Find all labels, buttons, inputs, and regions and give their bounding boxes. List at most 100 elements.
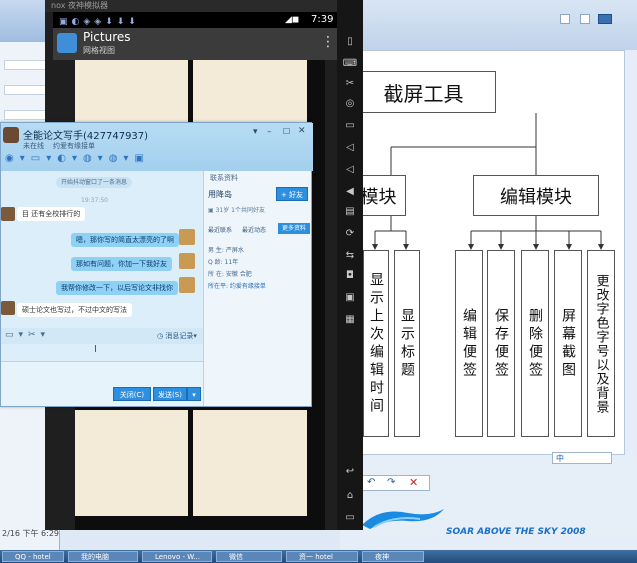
android-statusbar: ▣◐◈◈⬇⬇⬇ ◢◼ 7:39 xyxy=(53,12,340,28)
history-button[interactable]: ◷ 消息记录▾ xyxy=(157,331,197,341)
chat-status: 未在线 xyxy=(23,142,44,150)
minimize-button[interactable] xyxy=(560,14,570,24)
brand-logo xyxy=(360,505,446,531)
close-icon[interactable]: ✕ xyxy=(298,126,306,136)
chat-message: 那如有问题，你加一下我好友 xyxy=(71,257,172,271)
leaf-label: 删除便签 xyxy=(527,307,543,380)
send-options-icon[interactable]: ▾ xyxy=(187,387,201,401)
text-cursor-icon: Ⅰ xyxy=(94,344,97,355)
taskbar-item[interactable]: 夜神 xyxy=(362,551,424,562)
diagram-canvas: 截屏工具 模块 编辑模块 显示上次编辑时间 显示标题 编辑便签 保存便签 删除便… xyxy=(350,50,625,455)
ime-bar[interactable]: 中 xyxy=(552,452,612,464)
minimize-icon[interactable]: – xyxy=(267,127,272,137)
shake-icon[interactable]: ⇆ xyxy=(342,250,358,262)
chat-message: 我帮你修改一下，以后写论文非找你 xyxy=(56,281,178,295)
app-title: Pictures xyxy=(83,30,131,44)
close-button[interactable] xyxy=(598,14,612,24)
avatar[interactable] xyxy=(179,253,195,269)
maximize-icon[interactable]: ☐ xyxy=(283,127,290,136)
add-friend-button[interactable]: + 好友 xyxy=(276,187,308,201)
close-chat-button[interactable]: 关闭(C) xyxy=(113,387,151,401)
chat-toolbar-icons[interactable]: ◉▾▭▾◐▾◍▾◍▾▣ xyxy=(5,153,165,167)
multi-window-icon[interactable]: ▦ xyxy=(342,314,358,326)
leaf-show-title: 显示标题 xyxy=(394,250,420,437)
skin-icon[interactable]: ▾ xyxy=(253,127,258,137)
location-icon[interactable]: ◎ xyxy=(342,98,358,110)
diagram-window: 截屏工具 模块 编辑模块 显示上次编辑时间 显示标题 编辑便签 保存便签 删除便… xyxy=(340,0,637,550)
profile-field: 男 生: 严屏水 xyxy=(208,247,244,254)
chat-message: 硕士论文也写过，不过中文的写法 xyxy=(17,303,132,317)
gallery-icon xyxy=(57,33,77,53)
screenshot-icon[interactable]: ▭▾✂▾ xyxy=(5,330,50,340)
tab-moments[interactable]: 最近动态 xyxy=(242,225,266,234)
diagram-edit-module: 编辑模块 xyxy=(473,175,599,216)
screen-icon[interactable]: ▭ xyxy=(342,120,358,132)
keyboard-icon[interactable]: ⌨ xyxy=(342,58,358,70)
leaf-label: 编辑便签 xyxy=(461,307,477,380)
leaf-label: 更改字色字号以及背景 xyxy=(593,273,609,414)
camera-icon[interactable]: ◘ xyxy=(342,270,358,282)
edit-module-label: 编辑模块 xyxy=(500,186,572,208)
qq-chat-window: 全能论文写手(427747937) 未在线 约爱有缘接单 ▾ – ☐ ✕ ◉▾▭… xyxy=(0,122,313,407)
avatar[interactable] xyxy=(179,229,195,245)
pictures-appbar: Pictures 网格视图 ⋮ xyxy=(53,28,340,60)
volume-up-icon[interactable]: ◁ xyxy=(342,142,358,154)
scissors-icon[interactable]: ✂ xyxy=(342,78,358,90)
send-button[interactable]: 发送(S) xyxy=(153,387,187,401)
notification-icons: ▣◐◈◈⬇⬇⬇ xyxy=(59,17,140,27)
taskbar-item[interactable]: 微信 xyxy=(216,551,282,562)
recent-apps-icon[interactable]: ▭ xyxy=(342,512,358,524)
leaf-delete-note: 删除便签 xyxy=(521,250,549,437)
leaf-label: 屏幕截图 xyxy=(560,307,576,380)
left-module-label: 模块 xyxy=(360,186,397,208)
emulator-title: nox 夜神模拟器 xyxy=(45,0,340,12)
rotate-icon[interactable]: ⟳ xyxy=(342,228,358,240)
close-icon[interactable]: ✕ xyxy=(409,476,418,489)
avatar[interactable] xyxy=(3,127,19,143)
home-icon[interactable]: ⌂ xyxy=(342,490,358,502)
avatar[interactable] xyxy=(179,277,195,293)
avatar[interactable] xyxy=(1,301,15,315)
contact-profile-panel: 联系资料 用降岛 + 好友 ▣ 31岁 1个共同好友 最近联系 最近动态 更多资… xyxy=(203,171,311,406)
volume-mute-icon[interactable]: ◀ xyxy=(342,186,358,198)
message-input[interactable]: Ⅰ 关闭(C) 发送(S) ▾ xyxy=(1,344,203,406)
taskbar-item[interactable]: 我的电脑 xyxy=(68,551,138,562)
back-icon[interactable]: ↩ xyxy=(342,466,358,478)
leaf-change-font-color-size-bg: 更改字色字号以及背景 xyxy=(587,250,615,437)
picture-thumbnail[interactable] xyxy=(75,410,188,516)
undo-icon[interactable]: ↶ xyxy=(367,477,375,488)
apk-icon[interactable]: ▤ xyxy=(342,206,358,218)
volume-down-icon[interactable]: ◁ xyxy=(342,164,358,176)
tab-more-info[interactable]: 更多资料 xyxy=(278,223,310,234)
profile-summary-text: 31岁 1个共同好友 xyxy=(215,207,265,214)
wifi-icon: ◢◼ xyxy=(285,15,300,25)
leaf-edit-note: 编辑便签 xyxy=(455,250,483,437)
leaf-label: 保存便签 xyxy=(493,307,509,380)
chat-message: 嗯，那你写的简直太漂亮的了啊 xyxy=(71,233,179,247)
brand-slogan: SOAR ABOVE THE SKY 2008 xyxy=(446,527,586,537)
phone-icon[interactable]: ▯ xyxy=(342,36,358,48)
profile-summary: ▣ 31岁 1个共同好友 xyxy=(208,207,265,214)
taskbar: QQ - hotel 我的电脑 Lenovo - W... 微信 资一 hote… xyxy=(0,550,637,563)
brand-logo-mark xyxy=(362,509,444,529)
chat-message: 目 还有全校排行的 xyxy=(17,207,86,221)
tab-recent[interactable]: 最近联系 xyxy=(208,225,232,234)
profile-field: Q 龄: 11年 xyxy=(208,259,239,266)
document-statusbar: ↶ ↷ ✕ 中 SOAR ABOVE THE SKY 2008 xyxy=(340,452,637,537)
leaf-save-note: 保存便签 xyxy=(487,250,515,437)
folder-icon[interactable]: ▣ xyxy=(342,292,358,304)
picture-thumbnail[interactable] xyxy=(193,410,307,516)
maximize-button[interactable] xyxy=(580,14,590,24)
system-notice: 开始抖动窗口了一条消息 xyxy=(56,177,132,188)
chat-title: 全能论文写手(427747937) xyxy=(23,131,149,142)
taskbar-item[interactable]: 资一 hotel xyxy=(286,551,358,562)
app-subtitle[interactable]: 网格视图 xyxy=(83,45,115,56)
input-toolbar: ▭▾✂▾ ◷ 消息记录▾ xyxy=(1,328,203,344)
profile-field: 所 在: 安徽 合肥 xyxy=(208,271,252,278)
message-time: 19:37:50 xyxy=(81,197,108,204)
redo-icon[interactable]: ↷ xyxy=(387,477,395,488)
avatar[interactable] xyxy=(1,207,15,221)
taskbar-item[interactable]: Lenovo - W... xyxy=(142,551,212,562)
overflow-menu-icon[interactable]: ⋮ xyxy=(321,34,335,50)
taskbar-item[interactable]: QQ - hotel xyxy=(2,551,64,562)
